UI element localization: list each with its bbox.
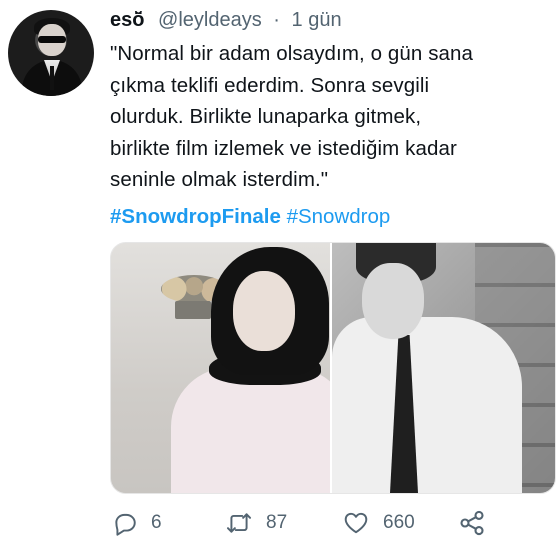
timestamp[interactable]: 1 gün: [292, 9, 342, 31]
tweet-text: "Normal bir adam olsaydım, o gün sana çı…: [110, 38, 550, 196]
separator-dot: ·: [273, 9, 280, 31]
tweet-text-line: olurduk. Birlikte lunaparka gitmek,: [110, 105, 422, 128]
reply-count: 6: [151, 512, 162, 533]
tweet-text-line: çıkma teklifi ederdim. Sonra sevgili: [110, 73, 430, 97]
share-button[interactable]: [458, 508, 486, 538]
media-grid: [110, 242, 556, 494]
action-bar: 6 87 660: [112, 508, 552, 538]
tweet-text-line: birlikte film izlemek ve istediğim kadar: [110, 136, 457, 160]
hashtag-link[interactable]: #SnowdropFinale: [110, 205, 281, 228]
avatar[interactable]: [8, 10, 94, 96]
hashtag-link[interactable]: #Snowdrop: [287, 205, 391, 228]
tweet-text-line: "Normal bir adam olsaydım, o gün sana: [110, 42, 474, 65]
media-photo-girl[interactable]: [111, 243, 330, 493]
tweet-header: esŏ̈ @leyldeays · 1 gün: [110, 6, 342, 34]
share-icon: [460, 510, 484, 536]
retweet-count: 87: [266, 512, 288, 533]
reply-button[interactable]: 6: [112, 508, 162, 538]
author-name[interactable]: esŏ̈: [110, 9, 144, 31]
retweet-button[interactable]: 87: [225, 508, 287, 538]
hashtags: #SnowdropFinale #Snowdrop: [110, 201, 390, 232]
tweet-text-line: seninle olmak isterdim.": [110, 168, 329, 191]
reply-icon: [115, 513, 136, 536]
heart-icon: [344, 512, 368, 534]
retweet-icon: [226, 513, 252, 533]
author-handle[interactable]: @leyldeays: [158, 9, 262, 31]
like-button[interactable]: 660: [342, 508, 415, 538]
like-count: 660: [383, 512, 415, 533]
media-photo-man[interactable]: [332, 243, 555, 493]
